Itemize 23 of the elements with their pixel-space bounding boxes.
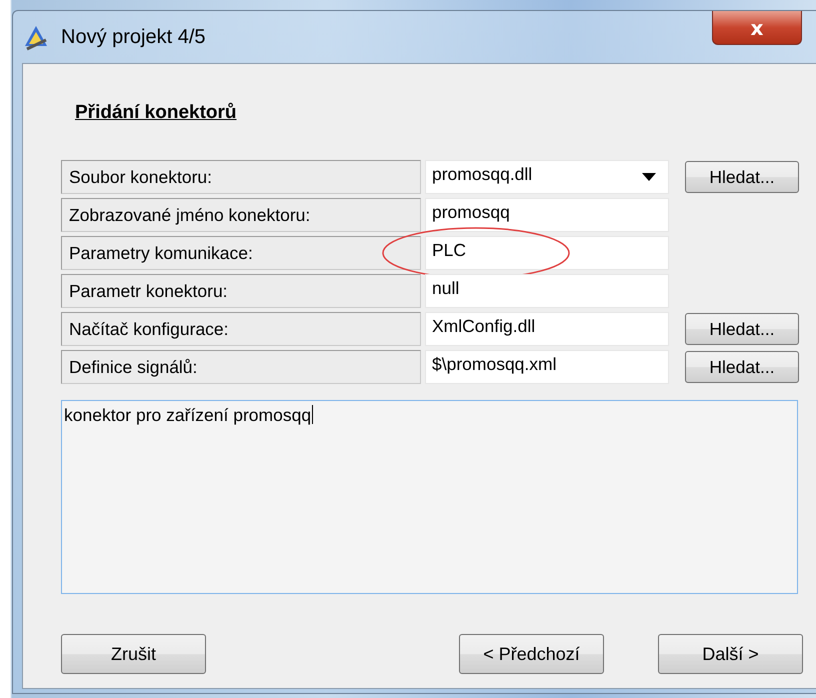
browse-button[interactable]: Hledat...	[685, 161, 799, 193]
back-button[interactable]: < Předchozí	[459, 634, 604, 674]
field-label: Soubor konektoru:	[61, 160, 421, 194]
field-label: Načítač konfigurace:	[61, 312, 421, 346]
browse-button[interactable]: Hledat...	[685, 351, 799, 383]
section-heading: Přidání konektorů	[75, 102, 237, 125]
window-title: Nový projekt 4/5	[61, 26, 207, 48]
input-field[interactable]: null	[425, 274, 669, 308]
input-field[interactable]: PLC	[425, 236, 669, 270]
browse-button[interactable]: Hledat...	[685, 313, 799, 345]
dropdown-field[interactable]: promosqq.dll	[425, 160, 669, 194]
cancel-button[interactable]: Zrušit	[61, 634, 206, 674]
field-label: Definice signálů:	[61, 350, 421, 384]
close-button[interactable]: x	[712, 11, 802, 45]
caret-icon	[642, 173, 656, 181]
description-field[interactable]: konektor pro zařízení promosqq	[61, 400, 798, 594]
next-button[interactable]: Další >	[658, 634, 803, 674]
field-label: Parametr konektoru:	[61, 274, 421, 308]
input-field[interactable]: XmlConfig.dll	[425, 312, 669, 346]
field-label: Parametry komunikace:	[61, 236, 421, 270]
input-field[interactable]: promosqq	[425, 198, 669, 232]
field-label: Zobrazované jméno konektoru:	[61, 198, 421, 232]
input-field[interactable]: $\promosqq.xml	[425, 350, 669, 384]
